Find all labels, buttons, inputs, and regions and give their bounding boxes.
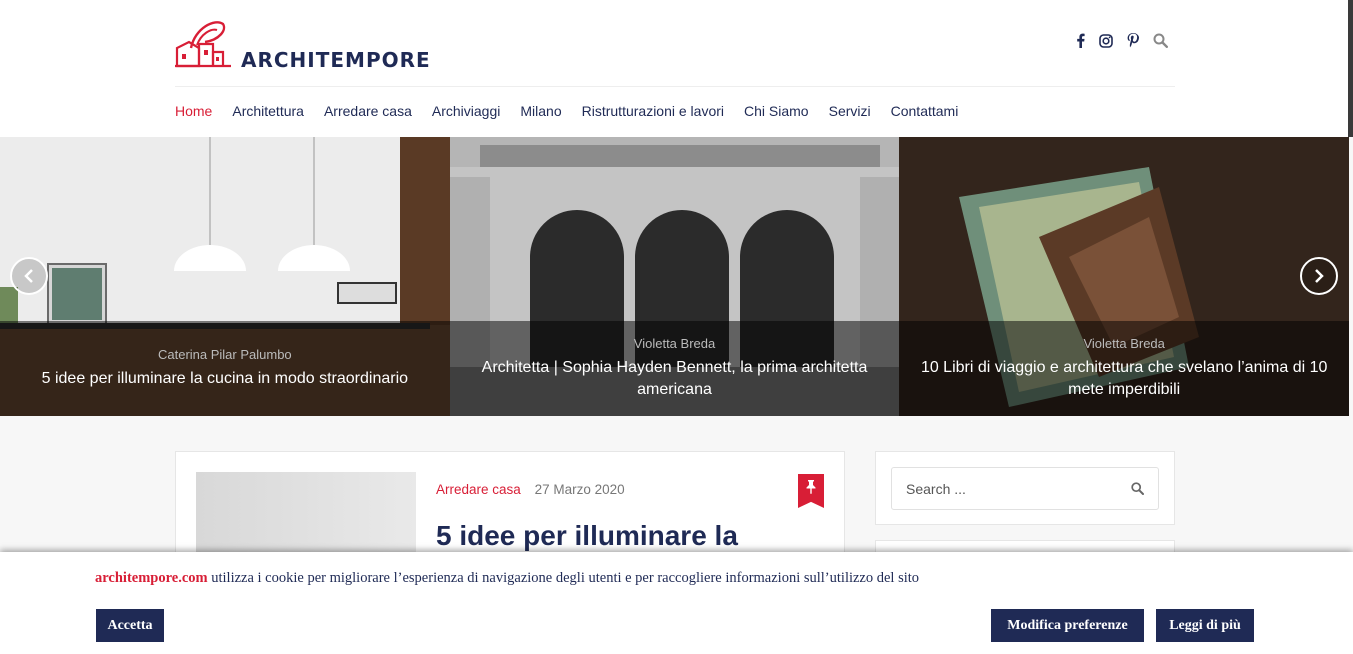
header-divider: [175, 86, 1175, 87]
slide-caption: Violetta Breda 10 Libri di viaggio e arc…: [899, 321, 1350, 416]
site-header: ARCHITEMPORE Home Architettura Arredare …: [0, 0, 1353, 137]
cookie-text: utilizza i cookie per migliorare l’esper…: [207, 570, 920, 586]
slide-title[interactable]: 10 Libri di viaggio e architettura che s…: [914, 357, 1334, 401]
nav-item-home[interactable]: Home: [175, 103, 212, 119]
nav-item-archiviaggi[interactable]: Archiviaggi: [432, 103, 500, 119]
search-icon[interactable]: [1153, 33, 1168, 48]
featured-slider: Caterina Pilar Palumbo 5 idee per illumi…: [0, 137, 1350, 416]
search-input[interactable]: [906, 480, 1131, 497]
nav-item-contattami[interactable]: Contattami: [891, 103, 959, 119]
nav-item-arredare-casa[interactable]: Arredare casa: [324, 103, 412, 119]
slide-title[interactable]: 5 idee per illuminare la cucina in modo …: [42, 368, 408, 390]
slide-caption: Caterina Pilar Palumbo 5 idee per illumi…: [0, 321, 450, 416]
slider-next-button[interactable]: [1300, 257, 1338, 295]
slide-title[interactable]: Architetta | Sophia Hayden Bennett, la p…: [465, 357, 885, 401]
main-nav: Home Architettura Arredare casa Archivia…: [175, 103, 978, 119]
slide-author[interactable]: Caterina Pilar Palumbo: [158, 347, 292, 362]
logo-text: ARCHITEMPORE: [241, 48, 431, 72]
chevron-right-icon: [1315, 269, 1324, 283]
post-title[interactable]: 5 idee per illuminare la: [436, 520, 738, 552]
preferences-button[interactable]: Modifica preferenze: [991, 609, 1144, 642]
nav-item-ristrutturazioni[interactable]: Ristrutturazioni e lavori: [582, 103, 724, 119]
slide-kitchen[interactable]: Caterina Pilar Palumbo 5 idee per illumi…: [0, 137, 450, 416]
post-category[interactable]: Arredare casa: [436, 482, 521, 497]
slide-author[interactable]: Violetta Breda: [1083, 336, 1164, 351]
sidebar-search: [891, 467, 1159, 510]
cookie-site-name[interactable]: architempore.com: [95, 570, 208, 586]
post-date: 27 Marzo 2020: [534, 482, 625, 497]
page-scrollbar[interactable]: [1348, 0, 1353, 137]
pushpin-icon: [806, 480, 816, 494]
search-icon[interactable]: [1131, 482, 1144, 495]
logo-icon: [175, 21, 231, 68]
cookie-banner: architempore.com utilizza i cookie per m…: [0, 552, 1353, 654]
cookie-message: architempore.com utilizza i cookie per m…: [95, 570, 919, 587]
slide-caption: Violetta Breda Architetta | Sophia Hayde…: [449, 321, 900, 416]
nav-item-milano[interactable]: Milano: [520, 103, 561, 119]
slide-books[interactable]: Violetta Breda 10 Libri di viaggio e arc…: [899, 137, 1350, 416]
slide-building[interactable]: Violetta Breda Architetta | Sophia Hayde…: [449, 137, 900, 416]
slide-author[interactable]: Violetta Breda: [634, 336, 715, 351]
nav-item-architettura[interactable]: Architettura: [232, 103, 304, 119]
social-links: [1076, 33, 1168, 48]
sticky-badge: [798, 474, 824, 508]
nav-item-servizi[interactable]: Servizi: [829, 103, 871, 119]
post-meta: Arredare casa 27 Marzo 2020: [436, 482, 625, 497]
read-more-button[interactable]: Leggi di più: [1156, 609, 1254, 642]
nav-item-chi-siamo[interactable]: Chi Siamo: [744, 103, 809, 119]
slider-prev-button[interactable]: [10, 257, 48, 295]
accept-button[interactable]: Accetta: [96, 609, 164, 642]
pinterest-icon[interactable]: [1127, 33, 1139, 48]
chevron-left-icon: [24, 269, 33, 283]
site-logo[interactable]: ARCHITEMPORE: [175, 18, 431, 70]
instagram-icon[interactable]: [1099, 33, 1113, 48]
facebook-icon[interactable]: [1076, 33, 1085, 48]
search-widget: [875, 451, 1175, 525]
